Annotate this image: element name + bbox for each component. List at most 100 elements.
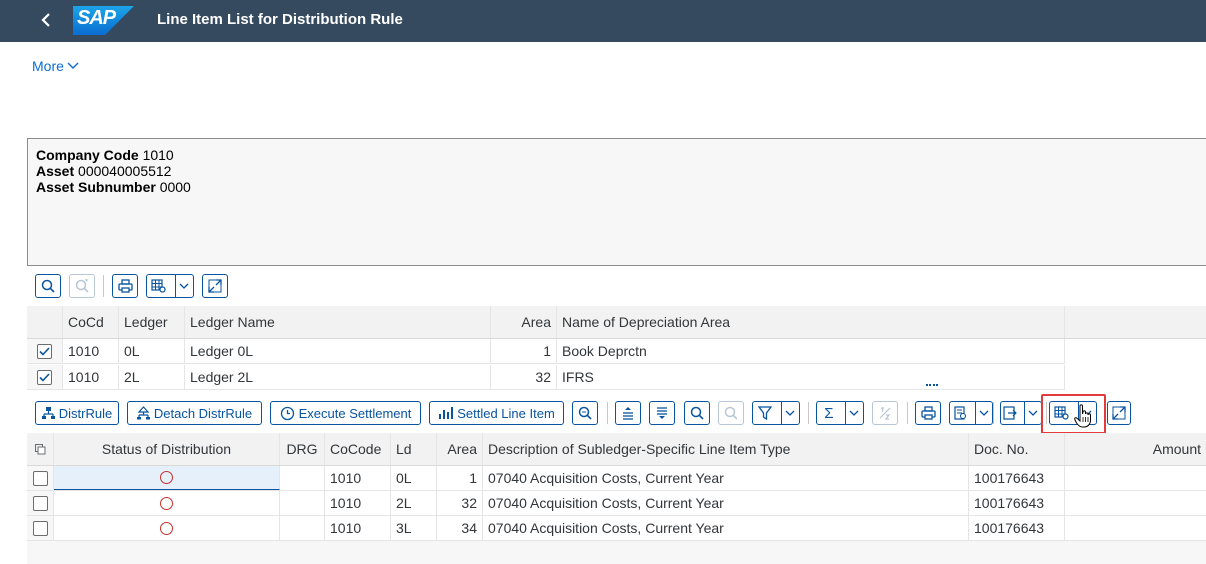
cell-amount[interactable] <box>1065 516 1206 540</box>
table-row[interactable]: 1010 2L 32 07040 Acquisition Costs, Curr… <box>27 491 1206 516</box>
table-row[interactable]: 1010 0L 1 07040 Acquisition Costs, Curre… <box>27 466 1206 491</box>
settled-line-item-button[interactable]: Settled Line Item <box>429 401 564 425</box>
cell-area-name[interactable]: IFRS <box>557 365 1065 389</box>
column-header-ledger-name[interactable]: Ledger Name <box>185 306 491 338</box>
filter-main[interactable] <box>753 406 777 420</box>
cell-doc-no[interactable]: 100176643 <box>969 491 1065 515</box>
cell-description[interactable]: 07040 Acquisition Costs, Current Year <box>483 516 969 540</box>
cell-ld[interactable]: 3L <box>391 516 437 540</box>
table-row[interactable]: 1010 0L Ledger 0L 1 Book Deprctn <box>27 339 1065 364</box>
detach-distrrule-button[interactable]: Detach DistrRule <box>127 401 262 425</box>
print-preview-dropdown[interactable] <box>974 402 992 424</box>
cell-cocode[interactable]: 1010 <box>325 466 391 490</box>
cell-drg[interactable] <box>280 491 325 515</box>
export-main[interactable] <box>1001 406 1020 420</box>
layout-settings-dropdown[interactable] <box>174 275 193 297</box>
column-header-area-name[interactable]: Name of Depreciation Area <box>557 306 1065 338</box>
execute-settlement-button[interactable]: Execute Settlement <box>270 401 421 425</box>
row-checkbox[interactable] <box>32 520 48 536</box>
row-selector[interactable] <box>27 339 63 363</box>
cell-ledger-name[interactable]: Ledger 2L <box>185 365 491 389</box>
row-selector[interactable] <box>27 491 54 515</box>
find-button[interactable] <box>35 274 61 298</box>
row-selector[interactable] <box>27 365 63 389</box>
table-row[interactable]: 1010 3L 34 07040 Acquisition Costs, Curr… <box>27 516 1206 541</box>
cell-status[interactable] <box>54 466 280 490</box>
row-checkbox[interactable] <box>32 495 48 511</box>
print-preview-main[interactable] <box>950 406 971 420</box>
column-header-ld[interactable]: Ld <box>391 433 437 465</box>
row-selector[interactable] <box>27 466 54 490</box>
subtotal-button[interactable] <box>872 401 898 425</box>
row-checkbox[interactable] <box>37 343 52 359</box>
find-next-button[interactable] <box>69 274 95 298</box>
zoom-details-button[interactable] <box>572 401 598 425</box>
splitter-handle[interactable] <box>926 384 938 390</box>
cell-cocode[interactable]: 1010 <box>325 491 391 515</box>
export-dropdown[interactable] <box>1023 402 1041 424</box>
cell-area-name[interactable]: Book Deprctn <box>557 339 1065 363</box>
filter-button[interactable] <box>752 401 800 425</box>
print-preview-button[interactable] <box>949 401 993 425</box>
cell-cocd[interactable]: 1010 <box>63 339 119 363</box>
filter-dropdown[interactable] <box>780 402 799 424</box>
print-button[interactable] <box>915 401 941 425</box>
cell-ledger[interactable]: 0L <box>119 339 185 363</box>
distrrule-button[interactable]: DistrRule <box>35 401 119 425</box>
row-checkbox[interactable] <box>37 369 52 385</box>
fullscreen-button[interactable] <box>202 274 228 298</box>
cell-area[interactable]: 32 <box>491 365 557 389</box>
fullscreen-button[interactable] <box>1107 401 1131 425</box>
cell-ledger-name[interactable]: Ledger 0L <box>185 339 491 363</box>
column-header-doc-no[interactable]: Doc. No. <box>969 433 1065 465</box>
layout-settings-button[interactable] <box>146 274 194 298</box>
cell-area[interactable]: 32 <box>437 491 483 515</box>
cell-amount[interactable] <box>1065 491 1206 515</box>
row-checkbox[interactable] <box>32 470 48 486</box>
cell-area[interactable]: 1 <box>437 466 483 490</box>
column-header-cocd[interactable]: CoCd <box>63 306 119 338</box>
column-header-description[interactable]: Description of Subledger-Specific Line I… <box>483 433 969 465</box>
cell-doc-no[interactable]: 100176643 <box>969 516 1065 540</box>
cell-status[interactable] <box>54 516 280 540</box>
cell-cocode[interactable]: 1010 <box>325 516 391 540</box>
cell-ld[interactable]: 0L <box>391 466 437 490</box>
total-button[interactable]: Σ <box>816 401 864 425</box>
cell-ledger[interactable]: 2L <box>119 365 185 389</box>
subnumber-label: Asset Subnumber <box>36 179 156 195</box>
cell-area[interactable]: 34 <box>437 516 483 540</box>
cell-status[interactable] <box>54 491 280 515</box>
cell-cocd[interactable]: 1010 <box>63 365 119 389</box>
column-header-status[interactable]: Status of Distribution <box>54 433 280 465</box>
column-header-cocode[interactable]: CoCode <box>325 433 391 465</box>
find-next-button[interactable] <box>718 401 744 425</box>
more-menu-button[interactable]: More <box>32 58 79 74</box>
column-header-drg[interactable]: DRG <box>280 433 325 465</box>
row-selector[interactable] <box>27 516 54 540</box>
find-button[interactable] <box>684 401 710 425</box>
toolbar-separator <box>808 402 809 424</box>
layout-settings-main[interactable] <box>147 279 171 293</box>
search-icon <box>690 406 704 420</box>
cell-area[interactable]: 1 <box>491 339 557 363</box>
cell-description[interactable]: 07040 Acquisition Costs, Current Year <box>483 466 969 490</box>
cell-drg[interactable] <box>280 466 325 490</box>
column-header-area[interactable]: Area <box>437 433 483 465</box>
total-main[interactable]: Σ <box>817 405 841 422</box>
total-dropdown[interactable] <box>844 402 863 424</box>
sort-descending-button[interactable] <box>649 401 675 425</box>
export-button[interactable] <box>1000 401 1042 425</box>
column-header-ledger[interactable]: Ledger <box>119 306 185 338</box>
print-button[interactable] <box>112 274 138 298</box>
back-button[interactable] <box>34 8 58 32</box>
column-header-area[interactable]: Area <box>491 306 557 338</box>
select-all-cell[interactable] <box>27 433 54 465</box>
table-row[interactable]: 1010 2L Ledger 2L 32 IFRS <box>27 365 1065 390</box>
cell-ld[interactable]: 2L <box>391 491 437 515</box>
cell-drg[interactable] <box>280 516 325 540</box>
sort-ascending-button[interactable] <box>615 401 641 425</box>
cell-description[interactable]: 07040 Acquisition Costs, Current Year <box>483 491 969 515</box>
cell-doc-no[interactable]: 100176643 <box>969 466 1065 490</box>
column-header-amount[interactable]: Amount <box>1065 433 1206 465</box>
cell-amount[interactable] <box>1065 466 1206 490</box>
